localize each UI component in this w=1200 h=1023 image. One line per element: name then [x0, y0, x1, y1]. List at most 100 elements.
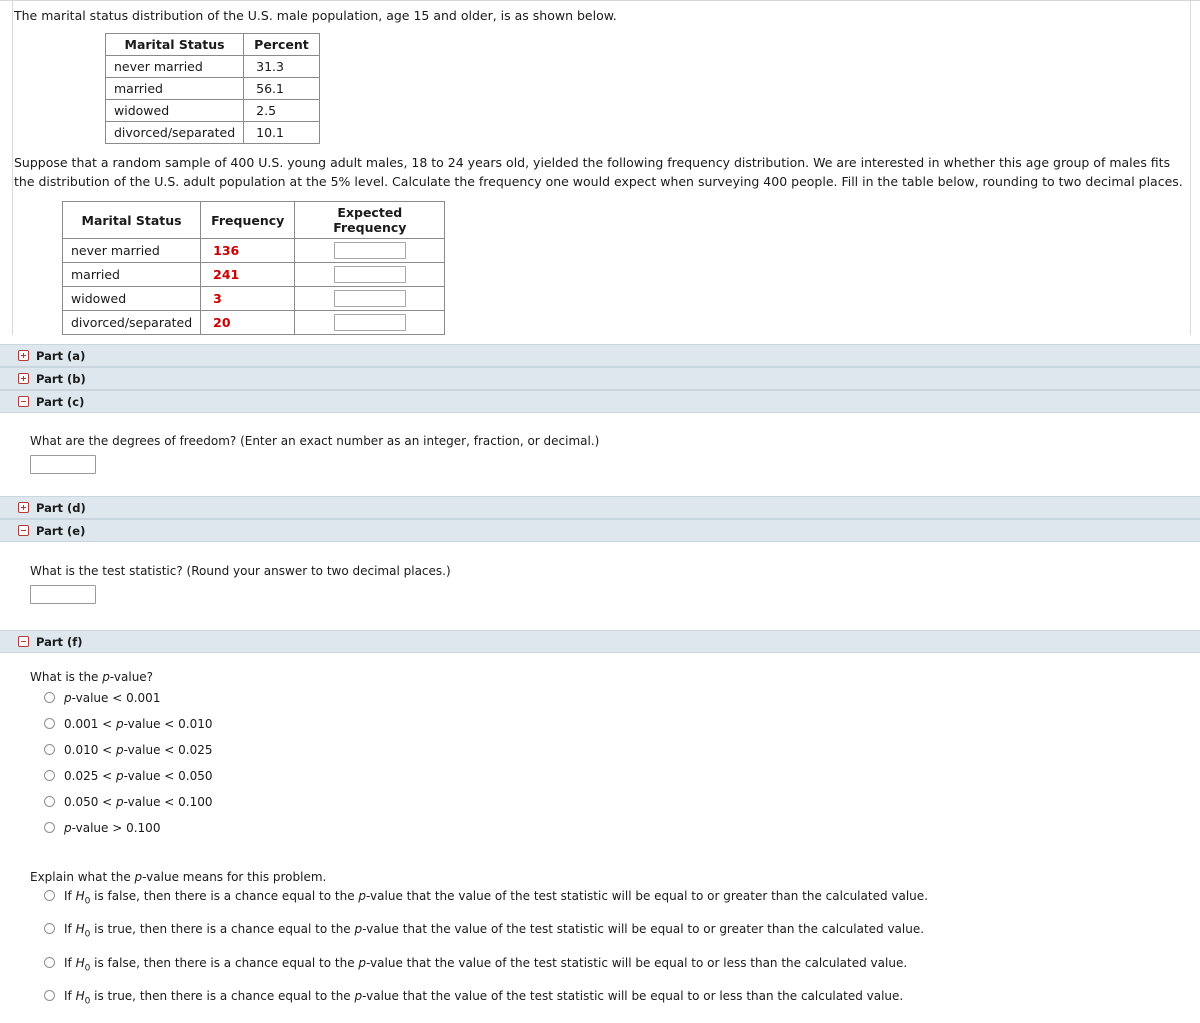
cell-expected-frequency — [294, 238, 446, 263]
expected-frequency-input-never-married[interactable] — [333, 242, 406, 259]
radio-icon[interactable] — [44, 692, 55, 703]
option-label: If H0 is true, then there is a chance eq… — [64, 989, 904, 1007]
table-row: never married 31.3 — [104, 55, 320, 78]
minus-box-icon[interactable] — [18, 396, 29, 407]
frequency-table: Marital Status Frequency Expected Freque… — [61, 201, 446, 335]
cell-frequency: 136 — [200, 238, 296, 263]
part-e-label: Part (e) — [36, 523, 86, 538]
table-row: married 241 — [61, 262, 446, 287]
header-frequency: Frequency — [200, 201, 296, 239]
part-c-header[interactable]: Part (c) — [0, 390, 1200, 413]
radio-icon[interactable] — [44, 744, 55, 755]
part-d-header[interactable]: Part (d) — [0, 496, 1200, 519]
cell-expected-frequency — [294, 310, 446, 335]
option-label: p-value < 0.001 — [64, 691, 161, 705]
explain-option-3[interactable]: If H0 is true, then there is a chance eq… — [44, 989, 1186, 1008]
radio-icon[interactable] — [44, 770, 55, 781]
part-c-body: What are the degrees of freedom? (Enter … — [0, 413, 1200, 496]
minus-box-icon[interactable] — [18, 525, 29, 536]
header-marital-status: Marital Status — [104, 33, 245, 56]
radio-icon[interactable] — [44, 923, 55, 935]
option-label: If H0 is false, then there is a chance e… — [64, 889, 928, 907]
explain-question: Explain what the p-value means for this … — [30, 870, 327, 884]
radio-icon[interactable] — [44, 890, 55, 901]
cell-percent: 31.3 — [243, 55, 320, 78]
pvalue-option-0[interactable]: p-value < 0.001 — [44, 691, 1186, 705]
cell-percent: 2.5 — [243, 99, 320, 122]
radio-icon[interactable] — [44, 990, 55, 1002]
cell-status: never married — [61, 238, 202, 263]
part-c-label: Part (c) — [36, 394, 85, 409]
cell-percent: 10.1 — [243, 121, 320, 144]
explain-option-2[interactable]: If H0 is false, then there is a chance e… — [44, 956, 1186, 975]
option-label: 0.010 < p-value < 0.025 — [64, 743, 213, 757]
table-row: widowed 3 — [61, 286, 446, 311]
test-statistic-input[interactable] — [30, 585, 96, 604]
part-b-header[interactable]: Part (b) — [0, 367, 1200, 390]
cell-status: widowed — [104, 99, 245, 122]
plus-box-icon[interactable] — [18, 373, 29, 384]
plus-box-icon[interactable] — [18, 350, 29, 361]
part-a-header[interactable]: Part (a) — [0, 344, 1200, 367]
minus-box-icon[interactable] — [18, 636, 29, 647]
part-e-question: What is the test statistic? (Round your … — [30, 564, 451, 578]
cell-percent: 56.1 — [243, 77, 320, 100]
degrees-of-freedom-input[interactable] — [30, 455, 96, 474]
option-label: 0.025 < p-value < 0.050 — [64, 769, 213, 783]
part-e-body: What is the test statistic? (Round your … — [0, 542, 1200, 630]
radio-icon[interactable] — [44, 956, 55, 968]
cell-expected-frequency — [294, 262, 446, 287]
expected-frequency-input-divorced[interactable] — [333, 314, 406, 331]
part-e-header[interactable]: Part (e) — [0, 519, 1200, 542]
header-marital-status: Marital Status — [61, 201, 202, 239]
part-f-body: What is the p-value? p-value < 0.001 0.0… — [0, 653, 1200, 1009]
pvalue-options-group: p-value < 0.001 0.001 < p-value < 0.010 … — [44, 691, 1186, 835]
expected-frequency-input-married[interactable] — [333, 266, 406, 283]
plus-box-icon[interactable] — [18, 502, 29, 513]
question-page: The marital status distribution of the U… — [0, 1, 1200, 1023]
cell-status: divorced/separated — [61, 310, 202, 335]
pvalue-option-3[interactable]: 0.025 < p-value < 0.050 — [44, 769, 1186, 783]
option-label: p-value > 0.100 — [64, 821, 161, 835]
cell-frequency: 241 — [200, 262, 296, 287]
table-header-row: Marital Status Percent — [104, 33, 320, 56]
cell-status: married — [104, 77, 245, 100]
expected-frequency-input-widowed[interactable] — [333, 290, 406, 307]
header-percent: Percent — [243, 33, 320, 56]
explain-option-0[interactable]: If H0 is false, then there is a chance e… — [44, 889, 1186, 908]
pvalue-question: What is the p-value? — [30, 670, 154, 684]
cell-frequency: 3 — [200, 286, 296, 311]
cell-status: widowed — [61, 286, 202, 311]
percent-table-wrapper: Marital Status Percent never married 31.… — [0, 24, 1200, 144]
pvalue-explanation-block: Explain what the p-value means for this … — [30, 869, 1186, 1009]
part-a-label: Part (a) — [36, 348, 86, 363]
marital-percent-table: Marital Status Percent never married 31.… — [104, 33, 320, 144]
pvalue-option-4[interactable]: 0.050 < p-value < 0.100 — [44, 795, 1186, 809]
table-row: married 56.1 — [104, 77, 320, 100]
cell-status: divorced/separated — [104, 121, 245, 144]
table-row: never married 136 — [61, 238, 446, 263]
option-label: 0.001 < p-value < 0.010 — [64, 717, 213, 731]
explain-option-1[interactable]: If H0 is true, then there is a chance eq… — [44, 922, 1186, 941]
option-label: If H0 is false, then there is a chance e… — [64, 955, 908, 974]
radio-icon[interactable] — [44, 822, 55, 833]
radio-icon[interactable] — [44, 718, 55, 729]
header-expected-frequency: Expected Frequency — [294, 201, 446, 239]
cell-expected-frequency — [294, 286, 446, 311]
option-label: If H0 is true, then there is a chance eq… — [64, 922, 925, 940]
radio-icon[interactable] — [44, 796, 55, 807]
option-label: 0.050 < p-value < 0.100 — [64, 795, 213, 809]
part-c-question: What are the degrees of freedom? (Enter … — [30, 434, 600, 448]
pvalue-option-2[interactable]: 0.010 < p-value < 0.025 — [44, 743, 1186, 757]
table-row: divorced/separated 20 — [61, 310, 446, 335]
pvalue-option-5[interactable]: p-value > 0.100 — [44, 821, 1186, 835]
cell-status: married — [61, 262, 202, 287]
intro-sentence: The marital status distribution of the U… — [14, 8, 617, 23]
part-f-header[interactable]: Part (f) — [0, 630, 1200, 653]
pvalue-option-1[interactable]: 0.001 < p-value < 0.010 — [44, 717, 1186, 731]
spacer — [0, 335, 1200, 344]
cell-frequency: 20 — [200, 310, 296, 335]
table-row: widowed 2.5 — [104, 99, 320, 122]
prompt-paragraph: Suppose that a random sample of 400 U.S.… — [14, 155, 1183, 189]
part-f-label: Part (f) — [36, 634, 83, 649]
